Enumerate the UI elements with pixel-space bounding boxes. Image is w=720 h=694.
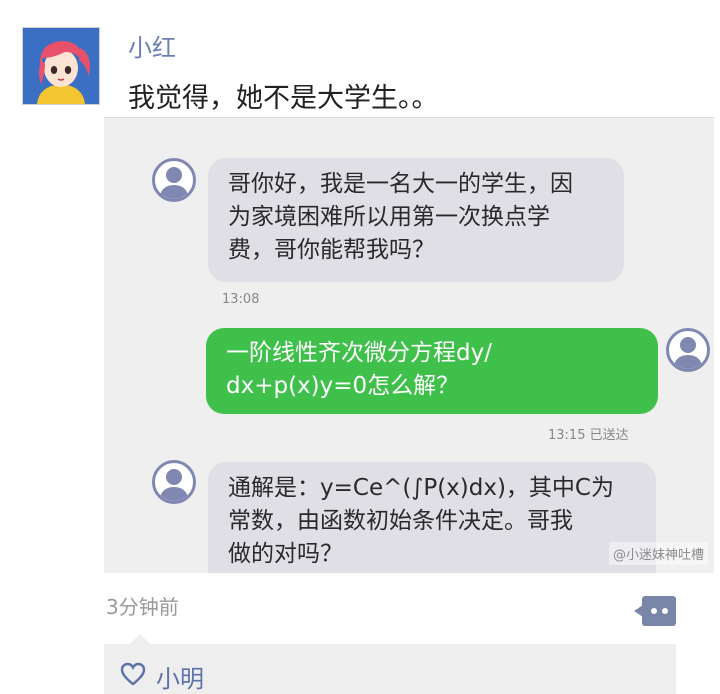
message-timestamp: 13:08: [222, 292, 260, 307]
chat-screenshot-image[interactable]: 哥你好，我是一名大一的学生，因 为家境困难所以用第一次换点学 费，哥你能帮我吗？…: [104, 117, 714, 573]
chat-contact-avatar-icon: [152, 460, 196, 504]
comment-bubble-icon: [634, 596, 676, 626]
heart-icon: [120, 662, 146, 686]
post-time: 3分钟前: [106, 595, 179, 619]
message-line: 一阶线性齐次微分方程dy/: [226, 340, 492, 366]
incoming-message-1: 哥你好，我是一名大一的学生，因 为家境困难所以用第一次换点学 费，哥你能帮我吗？: [208, 158, 624, 282]
likes-bar: 小明: [104, 634, 676, 694]
author-name[interactable]: 小红: [128, 28, 176, 63]
message-line: 为家境困难所以用第一次换点学: [228, 204, 550, 230]
girl-avatar-illustration: [23, 28, 99, 104]
message-line: 费，哥你能帮我吗？: [228, 237, 435, 263]
message-line: dx+p(x)y=0怎么解？: [226, 373, 460, 399]
author-avatar[interactable]: [22, 27, 100, 105]
message-line: 常数，由函数初始条件决定。哥我: [228, 508, 573, 534]
incoming-message-2: 通解是：y=Ce^(∫P(x)dx)，其中C为 常数，由函数初始条件决定。哥我 …: [208, 462, 656, 573]
comment-button[interactable]: [634, 596, 676, 626]
weibo-watermark: @小迷妹神吐槽: [608, 542, 708, 565]
message-line: 通解是：y=Ce^(∫P(x)dx)，其中C为: [228, 475, 614, 501]
liker-name[interactable]: 小明: [156, 659, 204, 694]
message-timestamp-delivered: 13:15 已送达: [548, 428, 629, 443]
message-line: 做的对吗？: [228, 541, 343, 567]
post-text: 我觉得，她不是大学生。。: [128, 83, 439, 114]
outgoing-message-1: 一阶线性齐次微分方程dy/ dx+p(x)y=0怎么解？: [206, 328, 658, 414]
chat-self-avatar-icon: [666, 328, 710, 372]
message-line: 哥你好，我是一名大一的学生，因: [228, 171, 573, 197]
chat-contact-avatar-icon: [152, 158, 196, 202]
